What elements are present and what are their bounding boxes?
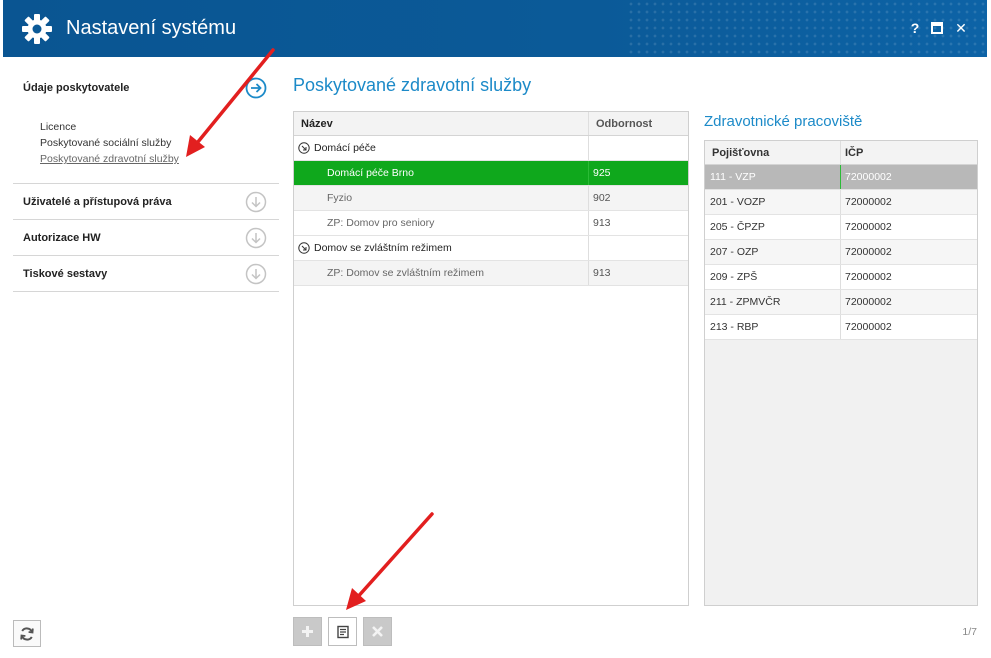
maximize-button[interactable]	[928, 19, 946, 37]
edit-button[interactable]	[328, 617, 357, 646]
table-row[interactable]: 209 - ZPŠ 72000002	[705, 265, 977, 290]
cell-icp: 72000002	[845, 321, 892, 333]
cell-name: Domov se zvláštním režimem	[294, 236, 589, 260]
cell-pojistovna: 211 - ZPMVČR	[705, 290, 841, 314]
sidebar-item-social-services[interactable]: Poskytované sociální služby	[40, 135, 279, 151]
table-group-row[interactable]: Domácí péče	[294, 136, 688, 161]
maximize-icon	[931, 22, 943, 34]
table-row[interactable]: 213 - RBP 72000002	[705, 315, 977, 340]
refresh-button[interactable]	[13, 620, 41, 647]
arrow-down-circle-icon[interactable]	[245, 263, 267, 285]
cell-text: ZP: Domov se zvláštním režimem	[327, 267, 484, 279]
gear-icon	[22, 14, 52, 44]
cell-odbornost: 913	[593, 267, 611, 279]
arrow-right-circle-icon[interactable]	[245, 77, 267, 99]
sidebar-section-header[interactable]: Uživatelé a přístupová práva	[13, 184, 279, 219]
close-button[interactable]: ✕	[952, 19, 970, 37]
column-header-odbornost[interactable]: Odbornost	[589, 112, 688, 135]
sidebar-section-users: Uživatelé a přístupová práva	[13, 184, 279, 220]
column-header-name[interactable]: Název	[294, 112, 589, 135]
plus-icon	[302, 626, 313, 637]
refresh-icon	[20, 626, 34, 641]
sidebar-section-label: Tiskové sestavy	[23, 267, 108, 280]
table-row[interactable]: Fyzio 902	[294, 186, 688, 211]
cell-pojistovna: 205 - ČPZP	[705, 215, 841, 239]
sidebar-section-label: Autorizace HW	[23, 231, 101, 244]
cell-pojistovna: 209 - ZPŠ	[705, 265, 841, 289]
table-group-row[interactable]: Domov se zvláštním režimem	[294, 236, 688, 261]
sidebar-item-health-services[interactable]: Poskytované zdravotní služby	[40, 151, 279, 167]
cell-name: Domácí péče	[294, 136, 589, 160]
sidebar-section-header[interactable]: Tiskové sestavy	[13, 256, 279, 291]
workplaces-title: Zdravotnické pracoviště	[704, 113, 863, 130]
add-button[interactable]	[293, 617, 322, 646]
delete-button[interactable]	[363, 617, 392, 646]
cell-odbornost: 913	[593, 217, 611, 229]
cell-odbornost: 902	[593, 192, 611, 204]
window-title: Nastavení systému	[66, 17, 237, 39]
column-header-icp[interactable]: IČP	[841, 141, 977, 164]
title-bar: Nastavení systému ? ✕	[3, 0, 987, 57]
cell-icp: 72000002	[845, 171, 892, 183]
settings-window: Nastavení systému ? ✕ Údaje poskytovatel…	[0, 0, 991, 658]
collapse-icon[interactable]	[298, 142, 310, 154]
table-header: Název Odbornost	[294, 112, 688, 136]
cell-pojistovna: 213 - RBP	[705, 315, 841, 339]
table-row[interactable]: 207 - OZP 72000002	[705, 240, 977, 265]
arrow-down-circle-icon[interactable]	[245, 227, 267, 249]
cell-text: ZP: Domov pro seniory	[327, 217, 435, 229]
services-table: Název Odbornost Domácí péče Domácí péče B…	[293, 111, 689, 606]
cell-name: ZP: Domov se zvláštním režimem	[294, 261, 589, 285]
cell-icp: 72000002	[845, 196, 892, 208]
arrow-down-circle-icon[interactable]	[245, 191, 267, 213]
column-header-pojistovna[interactable]: Pojišťovna	[705, 141, 841, 164]
sidebar-section-header[interactable]: Údaje poskytovatele	[13, 57, 279, 119]
workplaces-table-body: 111 - VZP 72000002 201 - VOZP 72000002 205 -…	[705, 165, 977, 340]
table-row[interactable]: 205 - ČPZP 72000002	[705, 215, 977, 240]
cell-odbornost	[589, 136, 688, 160]
cell-pojistovna: 111 - VZP	[705, 165, 841, 189]
page-title: Poskytované zdravotní služby	[293, 75, 532, 95]
cell-pojistovna: 207 - OZP	[705, 240, 841, 264]
table-row[interactable]: 111 - VZP 72000002	[705, 165, 977, 190]
table-row[interactable]: ZP: Domov pro seniory 913	[294, 211, 688, 236]
sidebar-section-reports: Tiskové sestavy	[13, 256, 279, 292]
cell-icp: 72000002	[845, 221, 892, 233]
edit-icon	[336, 625, 349, 638]
cell-name: ZP: Domov pro seniory	[294, 211, 589, 235]
sidebar-subitems: Licence Poskytované sociální služby Posk…	[13, 119, 279, 183]
cell-odbornost	[589, 236, 688, 260]
cell-text: Domácí péče	[314, 142, 376, 154]
cell-icp: 72000002	[845, 296, 892, 308]
table-row[interactable]: Domácí péče Brno 925	[294, 161, 688, 186]
cell-odbornost: 925	[593, 167, 611, 179]
collapse-icon[interactable]	[298, 242, 310, 254]
cell-name: Domácí péče Brno	[294, 161, 589, 185]
cell-icp: 72000002	[845, 246, 892, 258]
cell-name: Fyzio	[294, 186, 589, 210]
sidebar-section-header[interactable]: Autorizace HW	[13, 220, 279, 255]
table-row[interactable]: ZP: Domov se zvláštním režimem 913	[294, 261, 688, 286]
sidebar-section-label: Uživatelé a přístupová práva	[23, 195, 172, 208]
table-row[interactable]: 211 - ZPMVČR 72000002	[705, 290, 977, 315]
workplaces-table: Pojišťovna IČP 111 - VZP 72000002 201 - VO…	[704, 140, 978, 606]
sidebar-item-licence[interactable]: Licence	[40, 119, 279, 135]
sidebar-section-hw: Autorizace HW	[13, 220, 279, 256]
page-indicator: 1/7	[962, 626, 977, 638]
sidebar: Údaje poskytovatele Licence Poskytované …	[13, 57, 279, 292]
delete-icon	[372, 626, 383, 637]
help-button[interactable]: ?	[906, 19, 924, 37]
sidebar-section-provider: Údaje poskytovatele Licence Poskytované …	[13, 57, 279, 184]
cell-text: Domov se zvláštním režimem	[314, 242, 452, 254]
table-header: Pojišťovna IČP	[705, 141, 977, 165]
table-row[interactable]: 201 - VOZP 72000002	[705, 190, 977, 215]
cell-text: Fyzio	[327, 192, 353, 204]
cell-pojistovna: 201 - VOZP	[705, 190, 841, 214]
sidebar-section-label: Údaje poskytovatele	[23, 82, 130, 94]
services-table-body: Domácí péče Domácí péče Brno 925 Fyzio 902 ZP…	[294, 136, 688, 286]
cell-icp: 72000002	[845, 271, 892, 283]
cell-text: Domácí péče Brno	[327, 167, 414, 179]
